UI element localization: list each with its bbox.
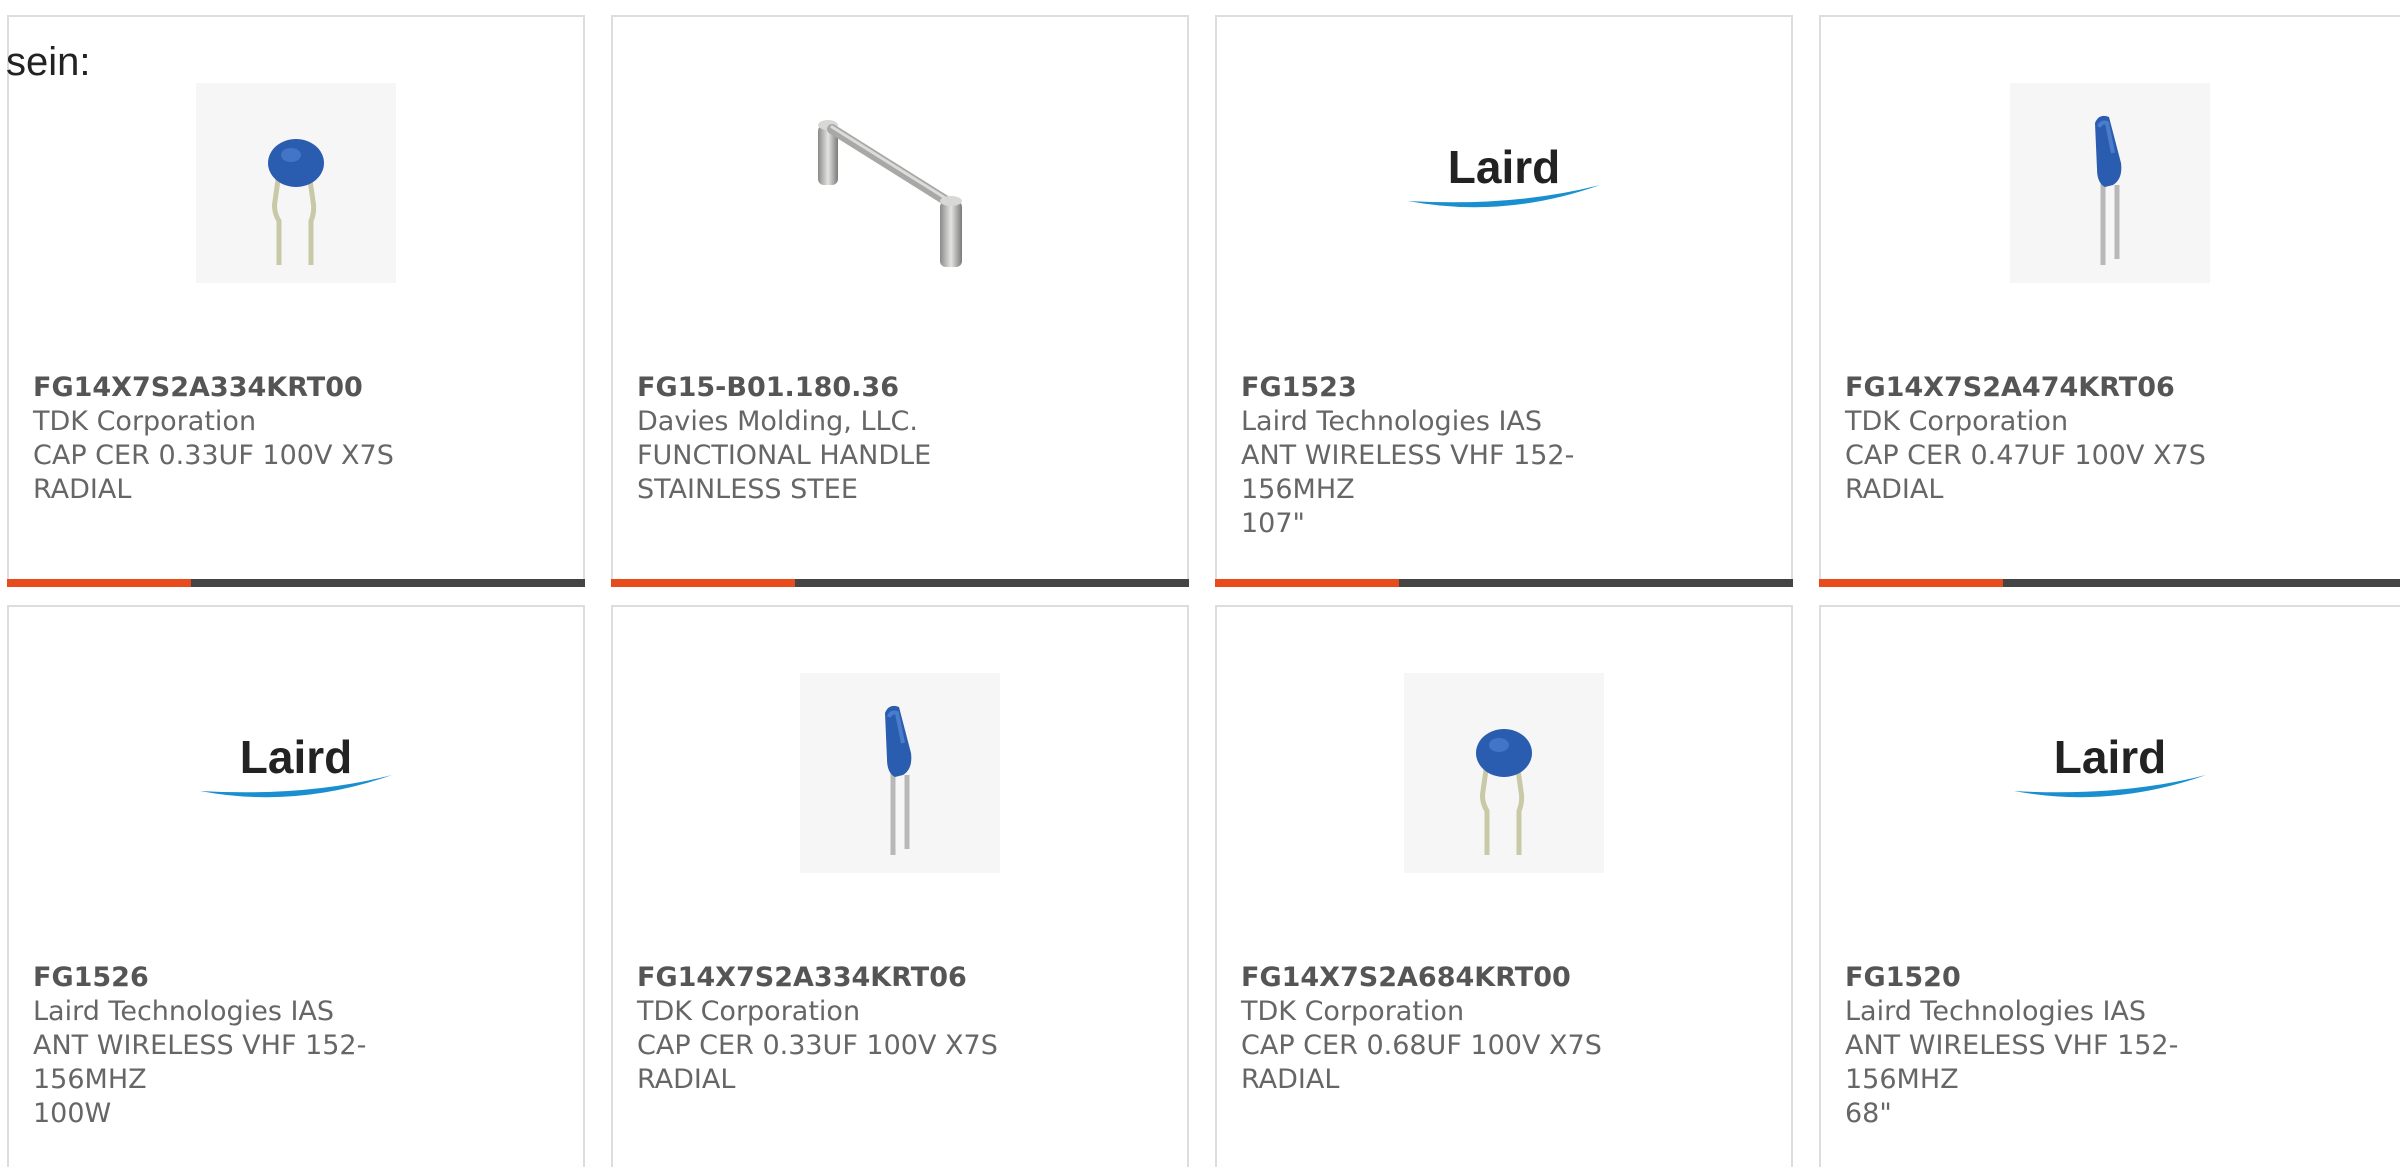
product-card-link[interactable]: FG14X7S2A334KRT00 TDK Corporation CAP CE… <box>7 17 585 587</box>
part-number[interactable]: FG14X7S2A684KRT00 <box>1241 961 1681 995</box>
part-number[interactable]: FG14X7S2A334KRT00 <box>33 371 473 405</box>
manufacturer: TDK Corporation <box>1845 406 2069 437</box>
product-info: FG14X7S2A684KRT00 TDK Corporation CAP CE… <box>1241 961 1681 1097</box>
description-line: ANT WIRELESS VHF 152-156MHZ <box>1241 440 1575 505</box>
part-number[interactable]: FG14X7S2A334KRT06 <box>637 961 1077 995</box>
description-line: 100W <box>33 1098 112 1129</box>
description-line: RADIAL <box>637 1064 736 1095</box>
intro-text: sein: <box>6 40 91 84</box>
product-info: FG1523 Laird Technologies IAS ANT WIRELE… <box>1241 371 1681 541</box>
product-info: FG1526 Laird Technologies IAS ANT WIRELE… <box>33 961 473 1131</box>
manufacturer: Laird Technologies IAS <box>33 996 335 1027</box>
laird-logo: Laird <box>2014 731 2206 798</box>
manufacturer: TDK Corporation <box>637 996 861 1027</box>
product-image[interactable]: Laird <box>1404 83 1604 283</box>
svg-text:Laird: Laird <box>240 731 352 783</box>
laird-logo: Laird <box>1408 141 1600 208</box>
part-number[interactable]: FG1526 <box>33 961 473 995</box>
description-line: FUNCTIONAL HANDLE <box>637 440 932 471</box>
capacitor-straight-icon <box>885 705 912 855</box>
description-line: CAP CER 0.68UF 100V X7S <box>1241 1030 1602 1061</box>
product-card[interactable]: FG14X7S2A334KRT00 TDK Corporation CAP CE… <box>7 15 585 587</box>
product-info: FG14X7S2A334KRT00 TDK Corporation CAP CE… <box>33 371 473 507</box>
manufacturer: TDK Corporation <box>33 406 257 437</box>
capacitor-bent-icon <box>268 139 324 265</box>
description-line: 107" <box>1241 508 1305 539</box>
part-number[interactable]: FG1523 <box>1241 371 1681 405</box>
description-line: CAP CER 0.47UF 100V X7S <box>1845 440 2206 471</box>
description-line: CAP CER 0.33UF 100V X7S <box>33 440 394 471</box>
svg-text:Laird: Laird <box>2054 731 2166 783</box>
product-image[interactable]: Laird <box>2010 673 2210 873</box>
description-line: CAP CER 0.33UF 100V X7S <box>637 1030 998 1061</box>
description-line: RADIAL <box>33 474 132 505</box>
product-image[interactable] <box>196 83 396 283</box>
product-info: FG15-B01.180.36 Davies Molding, LLC. FUN… <box>637 371 1077 507</box>
card-bottom-bar <box>1215 579 1793 587</box>
capacitor-straight-icon <box>2095 115 2122 265</box>
product-card[interactable]: Laird FG1520 Laird Technologies IAS ANT … <box>1819 605 2400 1167</box>
manufacturer: Davies Molding, LLC. <box>637 406 918 437</box>
description-line: RADIAL <box>1241 1064 1340 1095</box>
product-card[interactable]: FG14X7S2A334KRT06 TDK Corporation CAP CE… <box>611 605 1189 1167</box>
product-info: FG14X7S2A474KRT06 TDK Corporation CAP CE… <box>1845 371 2285 507</box>
product-grid-page: sein: FG14X7S2A334KRT00 TDK Corporation … <box>0 0 2400 1167</box>
description-line: RADIAL <box>1845 474 1944 505</box>
product-card-link[interactable]: Laird FG1523 Laird Technologies IAS ANT … <box>1215 17 1793 587</box>
product-image[interactable] <box>800 673 1000 873</box>
product-card-link[interactable]: FG14X7S2A684KRT00 TDK Corporation CAP CE… <box>1217 607 1791 1167</box>
card-bottom-bar <box>1819 579 2400 587</box>
product-card-link[interactable]: Laird FG1526 Laird Technologies IAS ANT … <box>9 607 583 1167</box>
product-image[interactable] <box>800 83 1000 283</box>
svg-text:Laird: Laird <box>1448 141 1560 193</box>
product-card[interactable]: Laird FG1526 Laird Technologies IAS ANT … <box>7 605 585 1167</box>
product-image[interactable] <box>1404 673 1604 873</box>
card-bottom-bar <box>611 579 1189 587</box>
capacitor-bent-icon <box>1476 729 1532 855</box>
part-number[interactable]: FG1520 <box>1845 961 2285 995</box>
description-line: 68" <box>1845 1098 1892 1129</box>
handle-icon <box>818 120 962 267</box>
laird-logo: Laird <box>200 731 392 798</box>
product-info: FG1520 Laird Technologies IAS ANT WIRELE… <box>1845 961 2285 1131</box>
description-line: ANT WIRELESS VHF 152-156MHZ <box>1845 1030 2179 1095</box>
product-card[interactable]: FG15-B01.180.36 Davies Molding, LLC. FUN… <box>611 15 1189 587</box>
product-info: FG14X7S2A334KRT06 TDK Corporation CAP CE… <box>637 961 1077 1097</box>
manufacturer: Laird Technologies IAS <box>1845 996 2147 1027</box>
product-card-link[interactable]: FG15-B01.180.36 Davies Molding, LLC. FUN… <box>611 17 1189 587</box>
product-card[interactable]: FG14X7S2A684KRT00 TDK Corporation CAP CE… <box>1215 605 1793 1167</box>
product-card-link[interactable]: FG14X7S2A474KRT06 TDK Corporation CAP CE… <box>1819 17 2400 587</box>
part-number[interactable]: FG14X7S2A474KRT06 <box>1845 371 2285 405</box>
manufacturer: TDK Corporation <box>1241 996 1465 1027</box>
product-card-link[interactable]: FG14X7S2A334KRT06 TDK Corporation CAP CE… <box>613 607 1187 1167</box>
manufacturer: Laird Technologies IAS <box>1241 406 1543 437</box>
product-card-link[interactable]: Laird FG1520 Laird Technologies IAS ANT … <box>1821 607 2400 1167</box>
card-bottom-bar <box>7 579 585 587</box>
product-image[interactable]: Laird <box>196 673 396 873</box>
product-card[interactable]: Laird FG1523 Laird Technologies IAS ANT … <box>1215 15 1793 587</box>
description-line: STAINLESS STEE <box>637 474 858 505</box>
part-number[interactable]: FG15-B01.180.36 <box>637 371 1077 405</box>
product-image[interactable] <box>2010 83 2210 283</box>
product-card[interactable]: FG14X7S2A474KRT06 TDK Corporation CAP CE… <box>1819 15 2400 587</box>
description-line: ANT WIRELESS VHF 152-156MHZ <box>33 1030 367 1095</box>
